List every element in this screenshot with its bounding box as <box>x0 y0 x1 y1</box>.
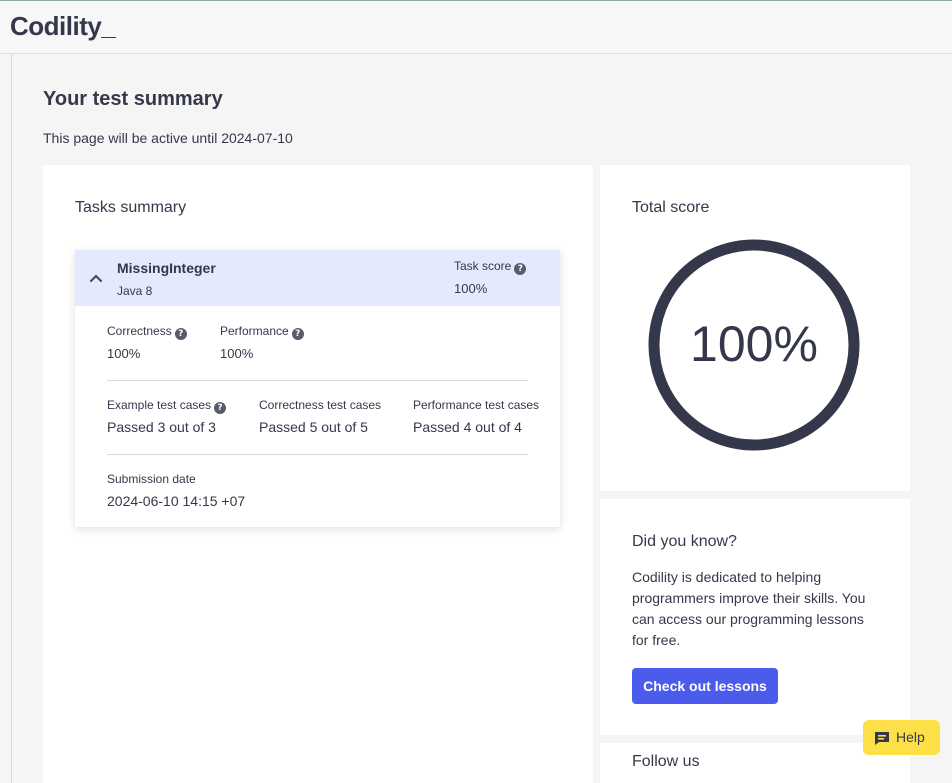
chat-icon <box>875 732 889 745</box>
follow-us-title: Follow us <box>632 753 700 770</box>
correctness-label: Correctness? <box>107 324 187 340</box>
total-score-card: Total score 100% <box>600 165 910 491</box>
example-test-cases-value: Passed 3 out of 3 <box>107 419 216 435</box>
left-divider <box>11 54 12 783</box>
task-header[interactable]: MissingInteger Java 8 Task score? 100% <box>75 250 560 306</box>
performance-value: 100% <box>220 346 254 361</box>
divider <box>107 380 528 381</box>
task-panel: MissingInteger Java 8 Task score? 100% C… <box>75 250 560 527</box>
help-button[interactable]: Help <box>863 720 940 755</box>
performance-label: Performance? <box>220 324 304 340</box>
check-out-lessons-button[interactable]: Check out lessons <box>632 668 778 704</box>
top-bar: Codility_ <box>0 0 952 54</box>
page-title: Your test summary <box>43 88 223 110</box>
codility-logo[interactable]: Codility_ <box>10 11 116 42</box>
correctness-value: 100% <box>107 346 141 361</box>
page-subtitle: This page will be active until 2024-07-1… <box>43 130 293 146</box>
task-name: MissingInteger <box>117 260 216 276</box>
help-circle-icon[interactable]: ? <box>514 263 527 275</box>
help-circle-icon[interactable]: ? <box>214 402 227 414</box>
did-you-know-card: Did you know? Codility is dedicated to h… <box>600 499 910 735</box>
tasks-summary-card: Tasks summary MissingInteger Java 8 Task… <box>43 165 593 783</box>
chevron-up-icon[interactable] <box>89 271 103 285</box>
tasks-summary-title: Tasks summary <box>75 199 187 216</box>
total-score-title: Total score <box>632 199 710 216</box>
task-score-label: Task score? <box>454 259 527 275</box>
help-label: Help <box>896 729 925 745</box>
help-circle-icon[interactable]: ? <box>174 328 187 340</box>
task-language: Java 8 <box>117 284 153 298</box>
correctness-test-cases-value: Passed 5 out of 5 <box>259 419 368 435</box>
total-score-value: 100% <box>690 316 818 372</box>
performance-test-cases-value: Passed 4 out of 4 <box>413 419 522 435</box>
performance-test-cases-label: Performance test cases <box>413 398 540 412</box>
task-score-value: 100% <box>454 281 488 296</box>
did-you-know-text: Codility is dedicated to helping program… <box>632 569 866 648</box>
help-circle-icon[interactable]: ? <box>291 328 304 340</box>
submission-date-label: Submission date <box>107 472 196 486</box>
did-you-know-title: Did you know? <box>632 533 737 550</box>
example-test-cases-label: Example test cases? <box>107 398 227 414</box>
submission-date-value: 2024-06-10 14:15 +07 <box>107 493 246 509</box>
divider <box>107 454 528 455</box>
correctness-test-cases-label: Correctness test cases <box>259 398 382 412</box>
